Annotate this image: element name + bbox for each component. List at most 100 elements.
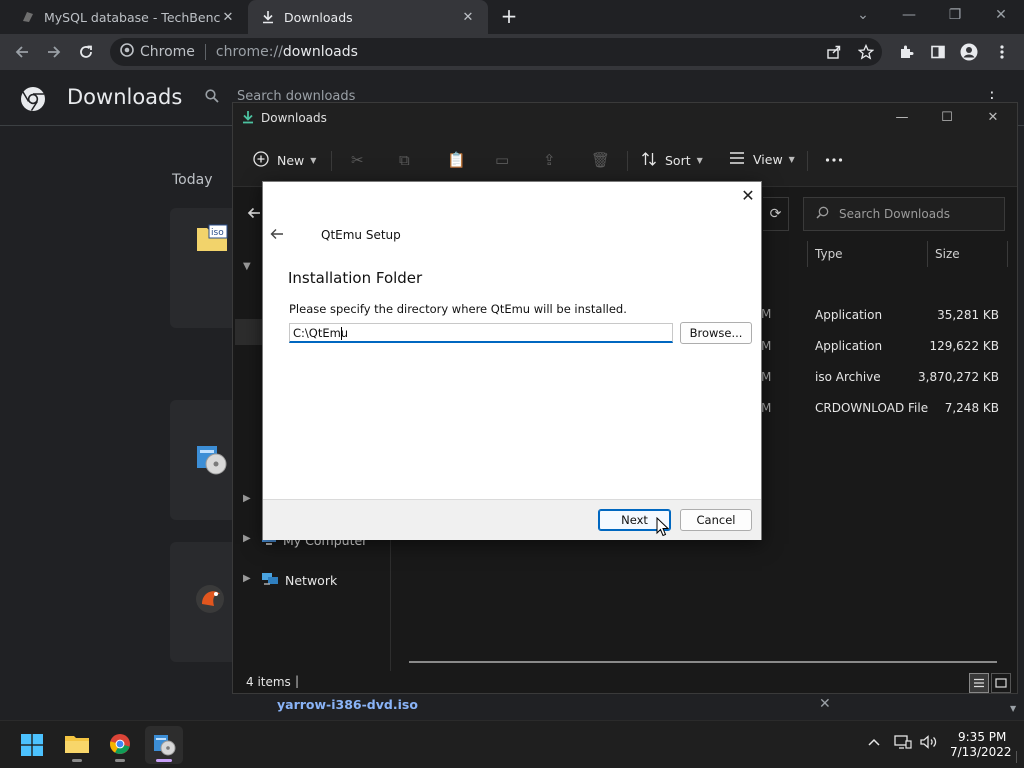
nav-item-network[interactable]: Network (261, 572, 337, 589)
tab-mysql[interactable]: MySQL database - TechBench by ✕ (8, 0, 248, 34)
show-desktop-button[interactable] (1016, 751, 1020, 763)
plus-circle-icon (253, 151, 269, 170)
tiles-view-button[interactable] (991, 673, 1011, 693)
close-icon[interactable]: ✕ (739, 187, 757, 205)
divider (807, 151, 808, 171)
divider: | (295, 674, 300, 688)
start-button[interactable] (13, 726, 51, 764)
address-bar[interactable]: Chrome chrome:// downloads (110, 38, 882, 66)
volume-icon[interactable] (920, 735, 938, 753)
column-divider[interactable] (1007, 241, 1008, 267)
chevron-down-icon: ▼ (696, 156, 703, 165)
browser-toolbar: Chrome chrome:// downloads (0, 34, 1024, 70)
chrome-logo-icon (20, 86, 46, 112)
forward-icon[interactable] (43, 41, 65, 63)
item-count: 4 items (246, 675, 291, 689)
minimize-icon[interactable]: — (898, 4, 920, 26)
command-bar: New ▼ ✂ ⧉ 📋 ▭ ⇪ 🗑 Sort ▼ View ▼ (233, 133, 1017, 187)
date-section-label: Today (172, 172, 213, 188)
close-icon[interactable]: ✕ (220, 10, 236, 25)
back-arrow-icon[interactable] (247, 206, 261, 224)
sort-button[interactable]: Sort ▼ (641, 151, 703, 170)
kebab-menu-icon[interactable] (991, 41, 1013, 63)
divider (627, 151, 628, 171)
date-modified-fragment: M (761, 339, 772, 353)
scroll-down-arrow-icon[interactable]: ▼ (1010, 704, 1016, 713)
minimize-icon[interactable]: — (892, 108, 912, 128)
details-view-button[interactable] (969, 673, 989, 693)
search-icon[interactable] (205, 89, 219, 106)
cancel-button[interactable]: Cancel (680, 509, 752, 531)
view-label: View (753, 152, 783, 167)
mouse-pointer-icon (656, 516, 670, 540)
restore-icon[interactable]: ❐ (944, 4, 966, 26)
instruction-text: Please specify the directory where QtEmu… (289, 302, 627, 316)
column-divider[interactable] (927, 241, 928, 267)
delete-icon[interactable]: 🗑 (591, 151, 610, 169)
date-modified-fragment: M (761, 307, 772, 321)
refresh-icon[interactable]: ⟳ (763, 197, 789, 231)
share-icon[interactable]: ⇪ (543, 151, 556, 169)
nav-selection-highlight (235, 319, 263, 345)
close-window-icon[interactable]: ✕ (983, 108, 1003, 128)
taskbar-file-explorer[interactable] (58, 726, 96, 764)
new-label: New (277, 153, 305, 168)
see-more-button[interactable] (825, 151, 843, 166)
remove-download-icon[interactable]: ✕ (819, 696, 831, 712)
install-path-input[interactable] (289, 323, 673, 343)
download-icon (241, 110, 255, 127)
running-indicator (115, 759, 125, 762)
file-type: CRDOWNLOAD File (815, 401, 929, 415)
clock-time[interactable]: 9:35 PM (958, 730, 1006, 744)
horizontal-scrollbar[interactable] (409, 661, 997, 663)
close-icon[interactable]: ✕ (460, 10, 476, 25)
chevron-right-icon[interactable]: ▶ (243, 573, 251, 584)
status-bar: 4 items | (233, 671, 1017, 695)
back-arrow-icon[interactable] (270, 226, 284, 244)
column-header-type[interactable]: Type (815, 247, 843, 261)
search-downloads-box[interactable]: Search Downloads (803, 197, 1005, 231)
tab-strip: MySQL database - TechBench by ✕ Download… (0, 0, 1024, 34)
maximize-icon[interactable]: ☐ (937, 108, 957, 128)
chevron-down-icon[interactable]: ▼ (243, 261, 251, 272)
taskbar-qtemu-setup[interactable] (145, 726, 183, 764)
network-status-icon[interactable] (894, 735, 912, 753)
chevron-up-icon[interactable] (868, 735, 880, 750)
download-card[interactable]: iso (170, 208, 240, 328)
rename-icon[interactable]: ▭ (495, 151, 509, 169)
running-indicator (72, 759, 82, 762)
download-filename-link[interactable]: yarrow-i386-dvd.iso (277, 697, 418, 712)
new-tab-button[interactable]: + (498, 6, 520, 28)
chevron-right-icon[interactable]: ▶ (243, 493, 251, 504)
new-button[interactable]: New ▼ (253, 151, 316, 170)
tab-search-icon[interactable]: ⌄ (852, 4, 874, 26)
side-panel-icon[interactable] (927, 41, 949, 63)
back-icon[interactable] (11, 41, 33, 63)
taskbar (0, 720, 1024, 768)
view-lines-icon (729, 151, 745, 168)
tab-downloads[interactable]: Downloads ✕ (248, 0, 488, 34)
chevron-right-icon[interactable]: ▶ (243, 533, 251, 544)
reload-icon[interactable] (75, 41, 97, 63)
profile-avatar-icon[interactable] (958, 41, 980, 63)
extensions-icon[interactable] (895, 41, 917, 63)
taskbar-chrome[interactable] (101, 726, 139, 764)
dialog-footer: Next Cancel (263, 499, 761, 540)
column-divider[interactable] (807, 241, 808, 267)
file-type: iso Archive (815, 370, 881, 384)
sort-arrows-icon (641, 151, 657, 170)
download-card[interactable] (170, 400, 240, 520)
bookmark-star-icon[interactable] (855, 41, 877, 63)
browse-button[interactable]: Browse... (680, 322, 752, 344)
search-icon (816, 206, 829, 222)
cut-icon[interactable]: ✂ (351, 151, 364, 169)
copy-icon[interactable]: ⧉ (399, 151, 410, 169)
view-button[interactable]: View ▼ (729, 151, 795, 168)
wizard-title: QtEmu Setup (321, 228, 401, 242)
download-card[interactable] (170, 542, 240, 662)
clock-date[interactable]: 7/13/2022 (950, 745, 1012, 759)
share-icon[interactable] (823, 41, 845, 63)
close-window-icon[interactable]: ✕ (990, 4, 1012, 26)
column-header-size[interactable]: Size (935, 247, 960, 261)
paste-icon[interactable]: 📋 (447, 151, 466, 169)
